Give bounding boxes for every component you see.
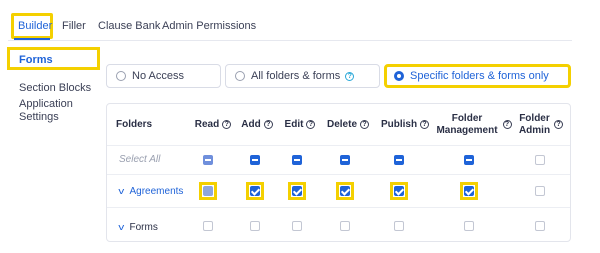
column-header-label: Folder Management xyxy=(436,113,497,137)
access-option-label: Specific folders & forms only xyxy=(410,70,549,82)
help-icon[interactable]: ? xyxy=(420,120,430,129)
highlight-frame xyxy=(246,182,264,200)
column-header-publish: Publish ? xyxy=(379,104,431,145)
tab-divider xyxy=(8,40,572,41)
checkbox-forms-add[interactable] xyxy=(250,221,260,231)
row-label-text: Forms xyxy=(129,222,158,233)
column-header-line: Management xyxy=(436,124,498,136)
tab-clause-bank[interactable]: Clause Bank xyxy=(98,20,160,32)
checkbox-select-all-folder-admin[interactable] xyxy=(535,155,545,165)
tab-filler[interactable]: Filler xyxy=(62,20,86,32)
permissions-table: Folders Read ? Add ? Edit ? Delete ? Pub… xyxy=(106,103,571,242)
row-divider xyxy=(107,207,570,208)
table-row-label-forms[interactable]: v Forms xyxy=(118,221,158,234)
column-header-folder-admin: Folder Admin ? xyxy=(518,104,564,145)
help-icon[interactable]: ? xyxy=(554,120,564,129)
help-icon[interactable]: ? xyxy=(222,120,232,129)
column-header-edit: Edit ? xyxy=(283,104,317,145)
table-row-label-select-all: Select All xyxy=(119,154,161,165)
checkbox-forms-delete[interactable] xyxy=(340,221,350,231)
help-icon[interactable]: ? xyxy=(360,120,369,129)
help-icon[interactable]: ? xyxy=(345,71,355,81)
access-option-no-access[interactable]: No Access xyxy=(106,64,221,88)
column-header-folder-management: Folder Management ? xyxy=(436,104,512,145)
highlight-frame xyxy=(390,182,408,200)
checkbox-forms-edit[interactable] xyxy=(292,221,302,231)
column-header-folders: Folders xyxy=(116,118,153,130)
column-header-label: Edit xyxy=(284,118,304,130)
tab-admin-permissions[interactable]: Admin Permissions xyxy=(162,20,256,32)
checkbox-agreements-folder-admin[interactable] xyxy=(535,186,545,196)
radio-selected-icon[interactable] xyxy=(394,71,404,81)
access-option-specific-folders[interactable]: Specific folders & forms only xyxy=(384,64,571,88)
radio-icon[interactable] xyxy=(235,71,245,81)
checkbox-agreements-read[interactable] xyxy=(203,186,213,196)
tab-builder[interactable]: Builder xyxy=(18,20,52,32)
highlight-frame xyxy=(460,182,478,200)
row-label-text: Agreements xyxy=(129,186,184,197)
highlight-frame xyxy=(288,182,306,200)
column-header-label: Publish xyxy=(380,118,418,130)
checkbox-forms-read[interactable] xyxy=(203,221,213,231)
column-header-delete: Delete ? xyxy=(326,104,370,145)
sidebar-item-section-blocks[interactable]: Section Blocks xyxy=(19,82,91,95)
column-header-add: Add ? xyxy=(241,104,273,145)
column-header-label: Add xyxy=(241,118,261,130)
checkbox-select-all-delete[interactable] xyxy=(340,155,350,165)
checkbox-select-all-edit[interactable] xyxy=(292,155,302,165)
help-icon[interactable]: ? xyxy=(263,120,273,129)
access-option-label: All folders & forms xyxy=(251,70,341,82)
access-option-label: No Access xyxy=(132,70,184,82)
sidebar-item-forms[interactable]: Forms xyxy=(19,54,53,67)
radio-icon[interactable] xyxy=(116,71,126,81)
table-row-label-agreements[interactable]: v Agreements xyxy=(118,185,184,198)
chevron-down-icon[interactable]: v xyxy=(118,185,124,197)
checkbox-select-all-folder-management[interactable] xyxy=(464,155,474,165)
column-header-read: Read ? xyxy=(193,104,233,145)
sidebar-item-application-settings[interactable]: Application Settings xyxy=(19,98,89,124)
column-header-line: Admin xyxy=(518,124,551,136)
checkbox-forms-folder-management[interactable] xyxy=(464,221,474,231)
checkbox-forms-folder-admin[interactable] xyxy=(535,221,545,231)
checkbox-forms-publish[interactable] xyxy=(394,221,404,231)
checkbox-select-all-add[interactable] xyxy=(250,155,260,165)
column-header-label: Folder Admin xyxy=(519,113,550,137)
top-tab-bar: Builder Filler Clause Bank Admin Permiss… xyxy=(0,0,600,44)
column-header-label: Read xyxy=(194,118,220,130)
row-divider xyxy=(107,174,570,175)
highlight-frame xyxy=(336,182,354,200)
help-icon[interactable]: ? xyxy=(306,120,316,129)
checkbox-select-all-publish[interactable] xyxy=(394,155,404,165)
checkbox-select-all-read[interactable] xyxy=(203,155,213,165)
column-header-label: Delete xyxy=(326,118,357,130)
row-divider xyxy=(107,145,570,146)
help-icon[interactable]: ? xyxy=(502,120,512,129)
column-header-line: Folder xyxy=(451,112,483,124)
column-header-line: Folder xyxy=(519,112,550,124)
chevron-down-icon[interactable]: v xyxy=(118,221,124,233)
access-option-all-folders[interactable]: All folders & forms ? xyxy=(225,64,380,88)
